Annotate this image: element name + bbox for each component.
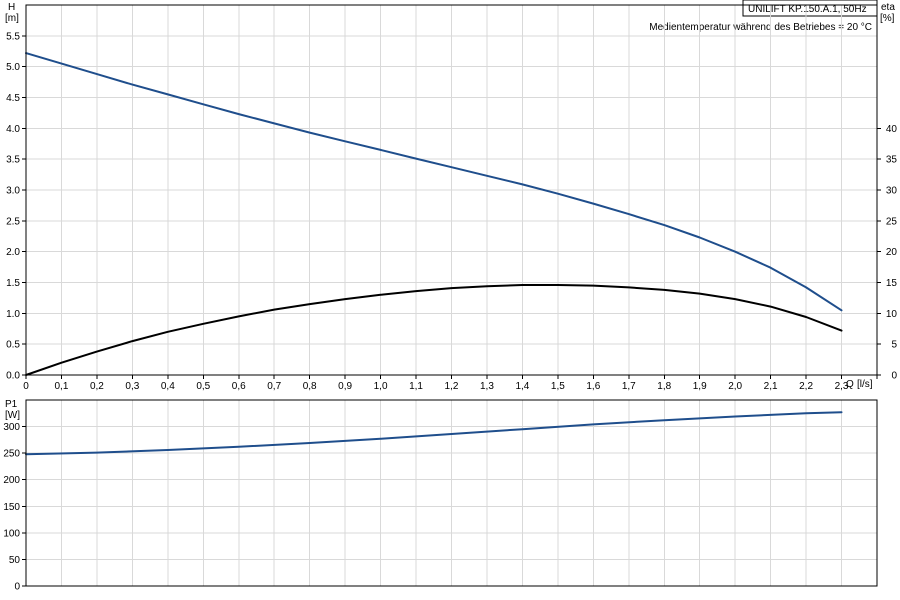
model-title: UNILIFT KP.150.A.1, 50Hz: [748, 4, 867, 15]
efficiency-tick-label: 10: [886, 309, 898, 320]
power-tick-label: 250: [3, 449, 20, 460]
x-tick-label: 0,6: [232, 381, 246, 392]
head-tick-label: 5.5: [6, 31, 20, 42]
efficiency-axis-label: eta: [881, 2, 895, 13]
x-tick-label: 1,1: [409, 381, 423, 392]
head-tick-label: 4.5: [6, 93, 20, 104]
efficiency-tick-label: 35: [886, 155, 898, 166]
power-axis-unit: [W]: [5, 410, 20, 421]
power-axis-label: P1: [5, 399, 18, 410]
x-tick-label: 2,1: [764, 381, 778, 392]
power-tick-label: 100: [3, 528, 20, 539]
power-tick-label: 50: [9, 555, 21, 566]
power-tick-label: 150: [3, 502, 20, 513]
efficiency-axis-unit: [%]: [880, 13, 895, 24]
x-tick-label: 0,3: [125, 381, 139, 392]
medium-temperature-note: Medientemperatur während des Betriebes =…: [649, 22, 872, 33]
head-tick-label: 2.5: [6, 216, 20, 227]
performance-curves: [25, 52, 843, 376]
head-tick-label: 3.0: [6, 186, 20, 197]
efficiency-tick-label: 30: [886, 186, 898, 197]
x-tick-label: 2,3: [835, 381, 849, 392]
x-tick-label: 0,9: [338, 381, 352, 392]
head-axis-label: H: [8, 2, 15, 13]
x-tick-label: 0: [23, 381, 29, 392]
efficiency-curve: [25, 284, 843, 376]
efficiency-tick-label: 15: [886, 278, 898, 289]
x-tick-label: 1,4: [515, 381, 529, 392]
x-tick-label: 1,8: [657, 381, 671, 392]
x-tick-label: 1,3: [480, 381, 494, 392]
head-tick-label: 1.0: [6, 309, 20, 320]
flow-axis-unit: [l/s]: [857, 379, 873, 390]
power-curves: [25, 411, 843, 456]
x-tick-label: 0,7: [267, 381, 281, 392]
x-tick-label: 0,1: [55, 381, 69, 392]
x-tick-label: 1,6: [586, 381, 600, 392]
power-grid: [25, 400, 878, 587]
power-axes: 0 50 100 150 200 250 300: [3, 399, 878, 593]
efficiency-tick-label: 20: [886, 247, 898, 258]
pump-curve-figure: UNILIFT KP.150.A.1, 50Hz Medientemperatu…: [3, 0, 898, 593]
efficiency-tick-label: 0: [891, 371, 897, 382]
efficiency-tick-label: 5: [891, 340, 897, 351]
x-tick-label: 1,2: [445, 381, 459, 392]
power-tick-label: 300: [3, 422, 20, 433]
x-tick-label: 1,9: [693, 381, 707, 392]
x-tick-label: 1,0: [374, 381, 388, 392]
performance-grid: [25, 5, 878, 376]
head-tick-label: 3.5: [6, 155, 20, 166]
head-tick-label: 5.0: [6, 62, 20, 73]
head-curve: [25, 52, 843, 312]
efficiency-tick-label: 25: [886, 216, 898, 227]
head-tick-label: 0.5: [6, 340, 20, 351]
head-tick-label: 0.0: [6, 371, 20, 382]
x-tick-label: 2,2: [799, 381, 813, 392]
power-curve: [25, 411, 843, 456]
power-tick-label: 200: [3, 475, 20, 486]
head-tick-label: 2.0: [6, 247, 20, 258]
x-tick-label: 0,2: [90, 381, 104, 392]
head-tick-label: 1.5: [6, 278, 20, 289]
x-tick-label: 0,4: [161, 381, 175, 392]
x-tick-label: 2,0: [728, 381, 742, 392]
x-tick-label: 1,5: [551, 381, 565, 392]
head-tick-label: 4.0: [6, 124, 20, 135]
x-tick-label: 0,8: [303, 381, 317, 392]
power-tick-label: 0: [14, 582, 20, 593]
efficiency-tick-label: 40: [886, 124, 898, 135]
x-tick-label: 0,5: [196, 381, 210, 392]
x-tick-label: 1,7: [622, 381, 636, 392]
head-axis-unit: [m]: [5, 13, 19, 24]
